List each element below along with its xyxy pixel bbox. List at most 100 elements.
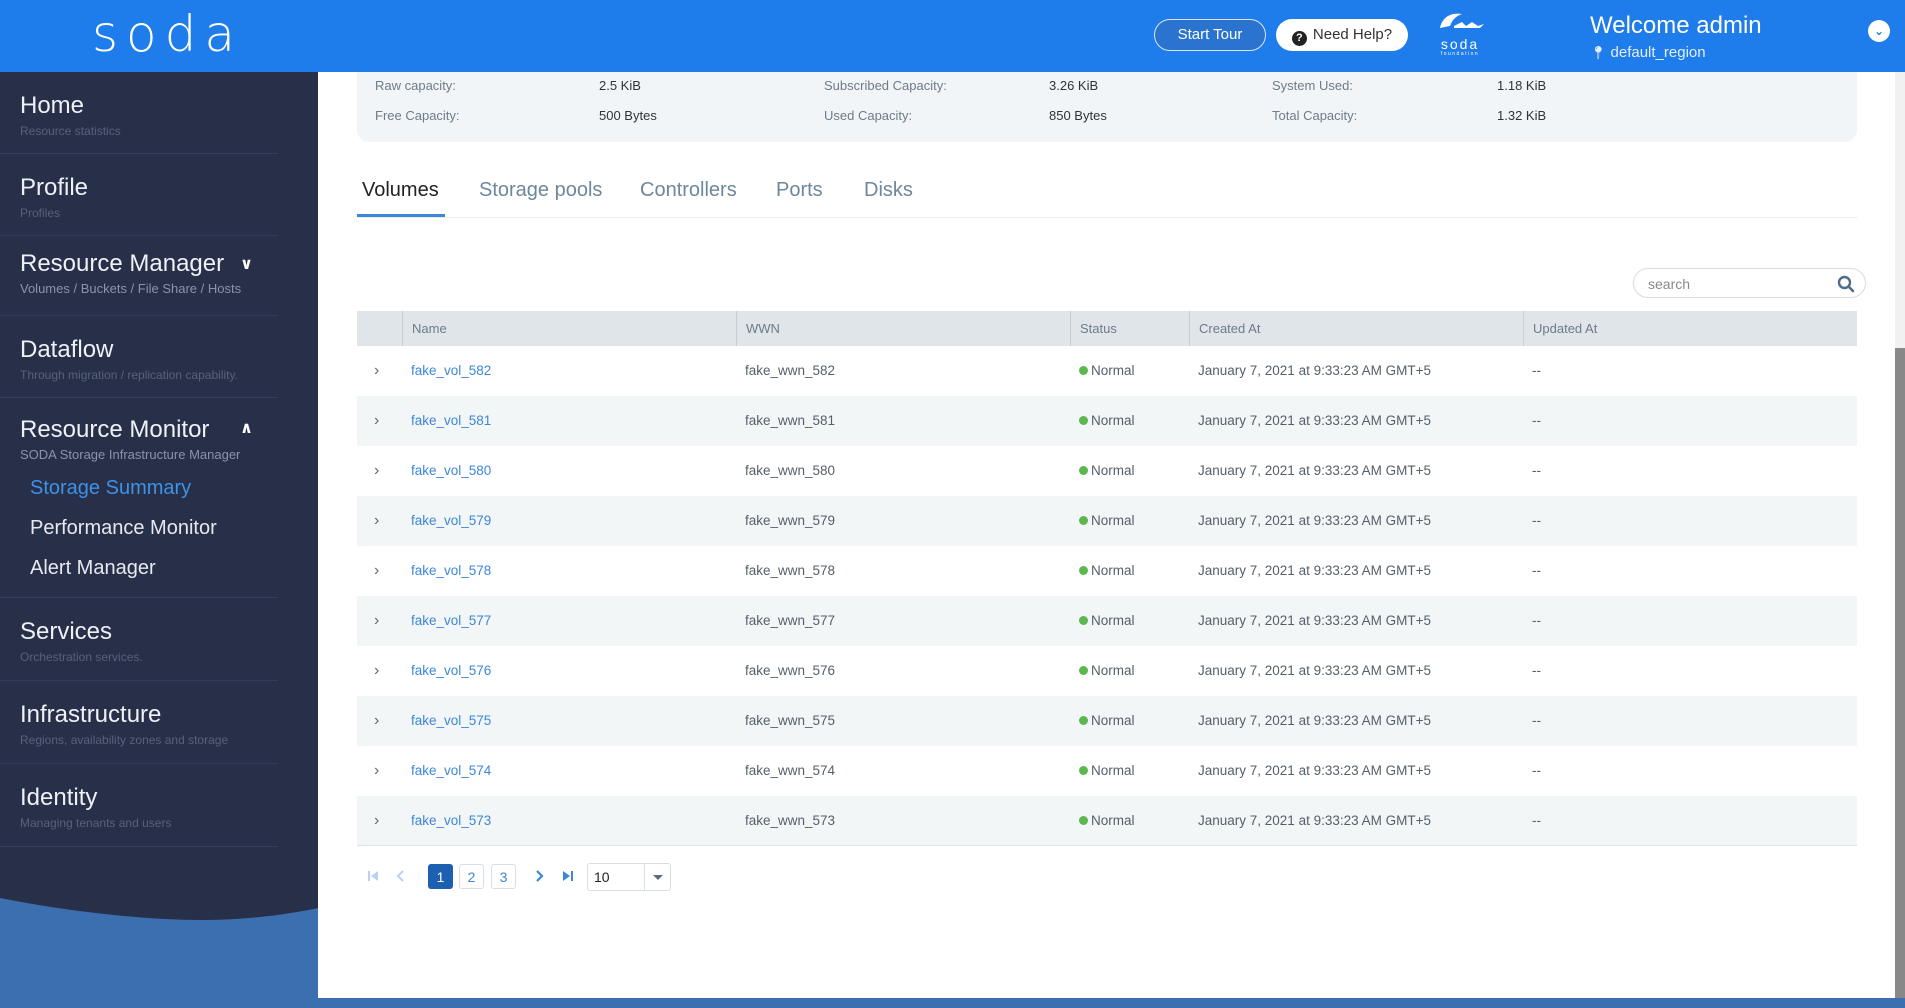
sidebar-item-title: Resource Manager [20, 250, 225, 277]
page-button-3[interactable]: 3 [491, 864, 516, 889]
soda-logo[interactable]: soda [92, 6, 243, 62]
table-row[interactable]: › fake_vol_574 fake_wwn_574 Normal January 7… [357, 746, 1857, 796]
rows-per-page-select[interactable]: 10 [587, 863, 671, 891]
chevron-up-icon[interactable]: ∧ [240, 418, 253, 438]
volume-name-link[interactable]: fake_vol_579 [411, 496, 491, 546]
status-dot-icon [1079, 566, 1088, 575]
sidebar-item-resource-monitor[interactable]: Resource Monitor SODA Storage Infrastruc… [0, 398, 278, 598]
status-dot-icon [1079, 366, 1088, 375]
table-row[interactable]: › fake_vol_577 fake_wwn_577 Normal January 7… [357, 596, 1857, 646]
volume-name-link[interactable]: fake_vol_581 [411, 396, 491, 446]
status-text: Normal [1091, 613, 1135, 628]
scrollbar-thumb[interactable] [1895, 348, 1905, 998]
table-row[interactable]: › fake_vol_581 fake_wwn_581 Normal January 7… [357, 396, 1857, 446]
tab-volumes[interactable]: Volumes [362, 178, 439, 202]
volume-name-link[interactable]: fake_vol_578 [411, 546, 491, 596]
table-row[interactable]: › fake_vol_575 fake_wwn_575 Normal January 7… [357, 696, 1857, 746]
free-capacity-label: Free Capacity: [375, 108, 460, 123]
sidebar-item-subtitle: Through migration / replication capabili… [20, 368, 238, 382]
start-tour-button[interactable]: Start Tour [1154, 19, 1266, 51]
table-row[interactable]: › fake_vol_580 fake_wwn_580 Normal January 7… [357, 446, 1857, 496]
wwn-cell: fake_wwn_582 [745, 363, 836, 378]
sidebar-item-resource-manager[interactable]: Resource Manager Volumes / Buckets / Fil… [0, 236, 278, 316]
volume-name-link[interactable]: fake_vol_574 [411, 746, 491, 796]
table-row[interactable]: › fake_vol_576 fake_wwn_576 Normal January 7… [357, 646, 1857, 696]
expand-row-chevron-icon[interactable]: › [374, 596, 379, 646]
expand-row-chevron-icon[interactable]: › [374, 796, 379, 846]
chevron-down-icon[interactable]: ∨ [240, 254, 253, 274]
wwn-cell: fake_wwn_580 [745, 463, 836, 478]
table-row[interactable]: › fake_vol_579 fake_wwn_579 Normal January 7… [357, 496, 1857, 546]
updated-at-cell: -- [1532, 813, 1541, 828]
wwn-cell: fake_wwn_575 [745, 713, 836, 728]
tab-controllers[interactable]: Controllers [640, 178, 737, 202]
page-button-1[interactable]: 1 [428, 864, 453, 889]
sidebar-item-profile[interactable]: Profile Profiles [0, 154, 278, 236]
vertical-scrollbar[interactable] [1895, 72, 1905, 998]
expand-row-chevron-icon[interactable]: › [374, 546, 379, 596]
expand-row-chevron-icon[interactable]: › [374, 446, 379, 496]
search-icon[interactable] [1837, 275, 1855, 293]
column-header-status[interactable]: Status [1070, 311, 1189, 346]
volume-name-link[interactable]: fake_vol_580 [411, 446, 491, 496]
expand-row-chevron-icon[interactable]: › [374, 496, 379, 546]
expand-row-chevron-icon[interactable]: › [374, 746, 379, 796]
status-text: Normal [1091, 763, 1135, 778]
sidebar-item-dataflow[interactable]: Dataflow Through migration / replication… [0, 316, 278, 398]
sidebar-subitem-alert-manager[interactable]: Alert Manager [30, 556, 156, 580]
sidebar-subitem-performance-monitor[interactable]: Performance Monitor [30, 516, 217, 540]
volume-name-link[interactable]: fake_vol_577 [411, 596, 491, 646]
sidebar-subitem-storage-summary[interactable]: Storage Summary [30, 476, 191, 500]
need-help-button[interactable]: ? Need Help? [1276, 19, 1408, 51]
footer-bar [318, 998, 1905, 1008]
sidebar-item-services[interactable]: Services Orchestration services. [0, 598, 278, 681]
tab-ports[interactable]: Ports [776, 178, 823, 202]
free-capacity-value: 500 Bytes [599, 108, 657, 123]
search-box[interactable] [1633, 268, 1866, 298]
search-input[interactable] [1648, 274, 1828, 294]
sidebar-item-title: Infrastructure [20, 701, 162, 728]
first-page-icon[interactable] [360, 864, 385, 889]
volume-name-link[interactable]: fake_vol_582 [411, 346, 491, 396]
sidebar-item-home[interactable]: Home Resource statistics [0, 72, 278, 154]
table-row[interactable]: › fake_vol_582 fake_wwn_582 Normal January 7… [357, 346, 1857, 396]
sidebar-item-subtitle: Profiles [20, 206, 61, 220]
volume-name-link[interactable]: fake_vol_576 [411, 646, 491, 696]
table-row[interactable]: › fake_vol_573 fake_wwn_573 Normal January 7… [357, 796, 1857, 846]
user-menu-chevron-icon[interactable]: ⌄ [1868, 20, 1890, 42]
page-button-2[interactable]: 2 [459, 864, 484, 889]
tab-disks[interactable]: Disks [864, 178, 913, 202]
dropdown-caret-icon[interactable] [644, 864, 670, 890]
sidebar-item-infrastructure[interactable]: Infrastructure Regions, availability zon… [0, 681, 278, 764]
table-row[interactable]: › fake_vol_578 fake_wwn_578 Normal January 7… [357, 546, 1857, 596]
created-at-cell: January 7, 2021 at 9:33:23 AM GMT+5 [1198, 663, 1432, 678]
volume-name-link[interactable]: fake_vol_573 [411, 796, 491, 846]
column-header-updated-at[interactable]: Updated At [1523, 311, 1857, 346]
column-header-wwn[interactable]: WWN [736, 311, 1070, 346]
last-page-icon[interactable] [555, 864, 580, 889]
sidebar-item-title: Identity [20, 784, 98, 811]
status-dot-icon [1079, 466, 1088, 475]
sidebar-item-identity[interactable]: Identity Managing tenants and users [0, 764, 278, 847]
column-header-created-at[interactable]: Created At [1189, 311, 1523, 346]
expand-row-chevron-icon[interactable]: › [374, 346, 379, 396]
sidebar-item-title: Services [20, 618, 113, 645]
status-text: Normal [1091, 463, 1135, 478]
column-header-name[interactable]: Name [402, 311, 736, 346]
tab-storage-pools[interactable]: Storage pools [479, 178, 602, 202]
sidebar-wave-decoration [0, 898, 318, 1008]
expand-row-chevron-icon[interactable]: › [374, 396, 379, 446]
previous-page-icon[interactable] [388, 864, 413, 889]
status-text: Normal [1091, 363, 1135, 378]
total-capacity-label: Total Capacity: [1272, 108, 1358, 123]
expand-row-chevron-icon[interactable]: › [374, 646, 379, 696]
status-text: Normal [1091, 413, 1135, 428]
volume-name-link[interactable]: fake_vol_575 [411, 696, 491, 746]
sidebar-item-title: Profile [20, 174, 89, 201]
status-cell: Normal [1079, 546, 1135, 596]
next-page-icon[interactable] [526, 864, 551, 889]
expand-row-chevron-icon[interactable]: › [374, 696, 379, 746]
foundation-logo-name: soda [1440, 36, 1480, 52]
status-text: Normal [1091, 663, 1135, 678]
rows-per-page-value: 10 [594, 869, 610, 885]
